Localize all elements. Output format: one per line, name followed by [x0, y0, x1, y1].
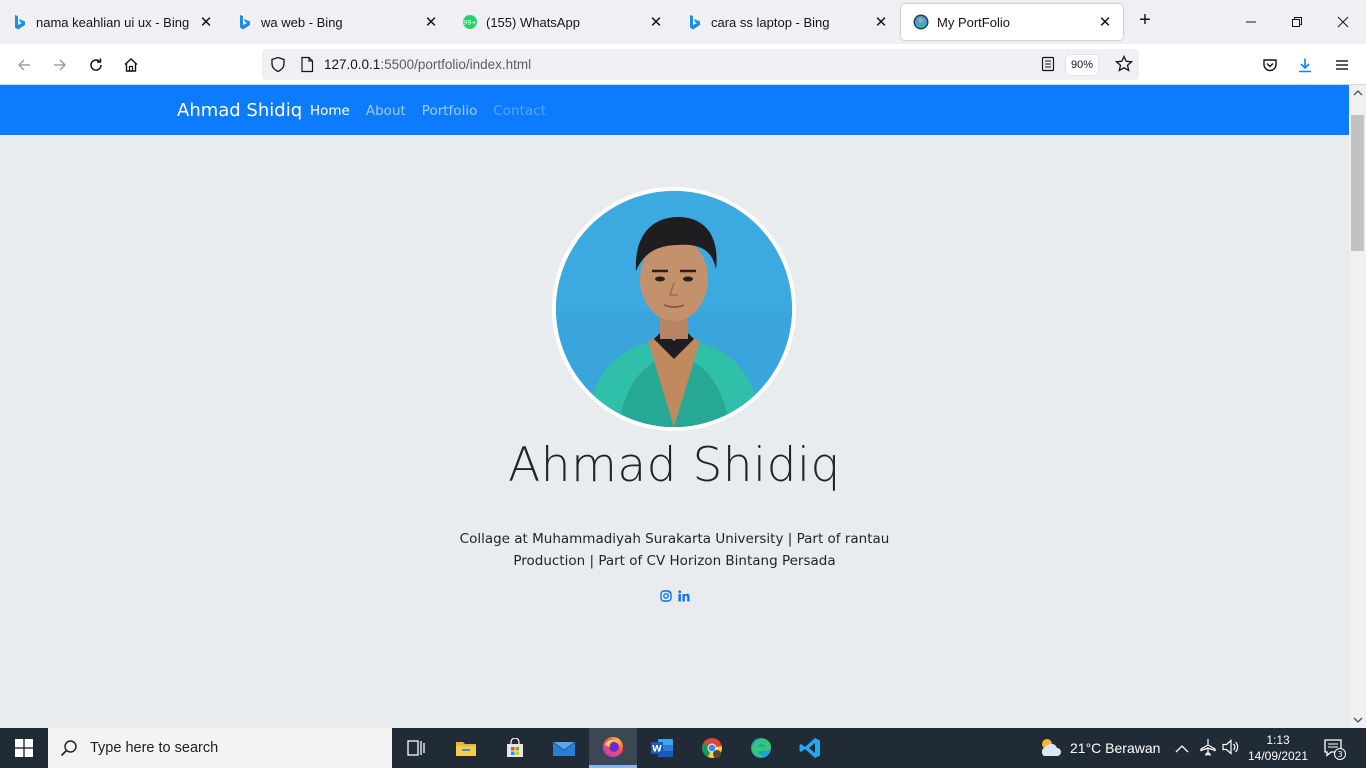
word-icon[interactable]: W: [638, 728, 686, 768]
profile-photo: [552, 187, 796, 431]
reader-view-icon[interactable]: [1041, 56, 1055, 77]
tab-strip: nama keahlian ui ux - Bing ✕ wa web - Bi…: [0, 0, 1366, 44]
search-icon: [60, 739, 78, 757]
scroll-up-icon[interactable]: [1349, 86, 1366, 100]
bing-icon: [687, 14, 703, 30]
vscode-icon[interactable]: [786, 728, 834, 768]
page-viewport: Ahmad Shidiq Home About Portfolio Contac…: [0, 85, 1349, 728]
close-window-button[interactable]: [1320, 0, 1366, 44]
svg-text:99+: 99+: [463, 19, 477, 27]
start-button[interactable]: [0, 728, 48, 768]
minimize-button[interactable]: [1228, 0, 1274, 44]
firefox-icon[interactable]: [589, 728, 637, 768]
close-tab-icon[interactable]: ✕: [648, 14, 664, 31]
site-brand[interactable]: Ahmad Shidiq: [177, 100, 302, 121]
zoom-level[interactable]: 90%: [1066, 55, 1099, 75]
hero-name: Ahmad Shidiq: [508, 438, 841, 493]
mail-icon[interactable]: [540, 728, 588, 768]
bookmark-star-icon[interactable]: [1114, 54, 1134, 78]
chevron-up-icon[interactable]: [1175, 741, 1189, 759]
browser-toolbar: 127.0.0.1:5500/portfolio/index.html 90%: [0, 44, 1366, 85]
system-clock[interactable]: 1:13 14/09/2021: [1240, 732, 1316, 764]
forward-button[interactable]: [47, 52, 73, 78]
weather-icon[interactable]: [1038, 736, 1062, 763]
restore-button[interactable]: [1274, 0, 1320, 44]
close-tab-icon[interactable]: ✕: [873, 14, 889, 31]
volume-icon[interactable]: [1222, 739, 1240, 760]
new-tab-button[interactable]: +: [1134, 10, 1156, 32]
nav-home[interactable]: Home: [310, 103, 350, 119]
taskbar-search[interactable]: Type here to search: [48, 728, 392, 768]
tab-bing-2[interactable]: wa web - Bing ✕: [225, 4, 449, 40]
portfolio-avatar-icon: [913, 14, 929, 30]
address-bar[interactable]: 127.0.0.1:5500/portfolio/index.html 90%: [262, 49, 1139, 80]
notifications-icon[interactable]: 3: [1324, 738, 1348, 765]
whatsapp-icon: 99+: [462, 14, 478, 30]
airplane-mode-icon[interactable]: [1199, 738, 1217, 761]
file-explorer-icon[interactable]: [442, 728, 490, 768]
chrome-icon[interactable]: [688, 728, 736, 768]
hero-description: Collage at Muhammadiyah Surakarta Univer…: [459, 531, 890, 569]
scroll-down-icon[interactable]: [1349, 713, 1366, 727]
menu-icon[interactable]: [1329, 52, 1355, 78]
edge-icon[interactable]: [737, 728, 785, 768]
instagram-icon[interactable]: [659, 589, 672, 607]
nav-about[interactable]: About: [366, 103, 406, 119]
store-icon[interactable]: [491, 728, 539, 768]
linkedin-icon[interactable]: [677, 589, 690, 607]
nav-links: Home About Portfolio Contact: [310, 103, 562, 119]
page-scrollbar[interactable]: [1349, 85, 1366, 728]
url-text[interactable]: 127.0.0.1:5500/portfolio/index.html: [324, 57, 531, 72]
nav-contact[interactable]: Contact: [493, 103, 546, 119]
close-tab-icon[interactable]: ✕: [423, 14, 439, 31]
tab-portfolio[interactable]: My PortFolio ✕: [901, 4, 1123, 40]
social-links: [0, 589, 1349, 607]
tab-whatsapp[interactable]: 99+ (155) WhatsApp ✕: [450, 4, 674, 40]
svg-text:W: W: [652, 745, 662, 755]
tab-bing-3[interactable]: cara ss laptop - Bing ✕: [675, 4, 899, 40]
downloads-icon[interactable]: [1292, 52, 1318, 78]
back-button[interactable]: [11, 52, 37, 78]
nav-portfolio[interactable]: Portfolio: [422, 103, 478, 119]
bing-icon: [12, 14, 28, 30]
close-tab-icon[interactable]: ✕: [198, 14, 214, 31]
scroll-thumb[interactable]: [1351, 115, 1364, 251]
close-tab-icon[interactable]: ✕: [1097, 14, 1113, 31]
task-view-icon[interactable]: [392, 728, 440, 768]
page-info-icon[interactable]: [300, 56, 314, 78]
pocket-icon[interactable]: [1257, 52, 1283, 78]
home-button[interactable]: [118, 52, 144, 78]
weather-text[interactable]: 21°C Berawan: [1070, 740, 1160, 756]
site-navbar: Ahmad Shidiq Home About Portfolio Contac…: [0, 85, 1349, 135]
windows-taskbar: Type here to search W 21°C Berawan 1:13: [0, 728, 1366, 768]
svg-text:3: 3: [1337, 750, 1342, 759]
reload-button[interactable]: [83, 52, 109, 78]
shield-icon[interactable]: [270, 56, 286, 78]
tab-bing-1[interactable]: nama keahlian ui ux - Bing ✕: [0, 4, 224, 40]
bing-icon: [237, 14, 253, 30]
